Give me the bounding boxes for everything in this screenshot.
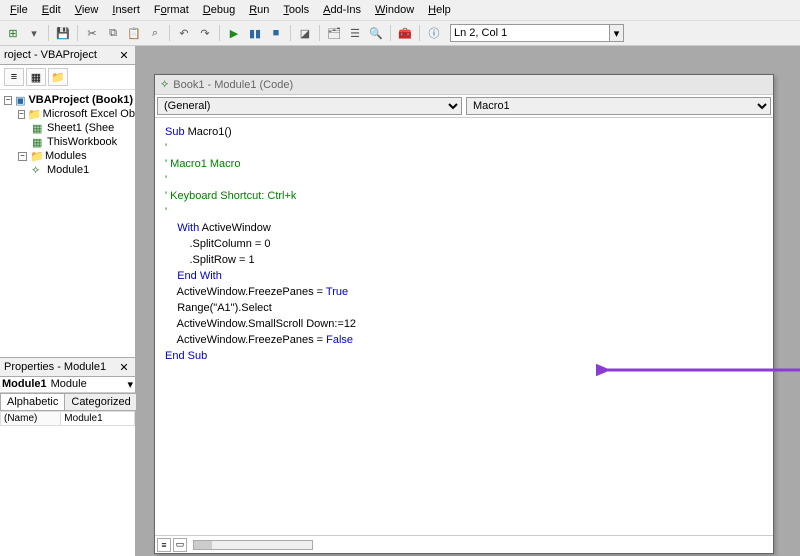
- prop-object-type: Module: [51, 378, 87, 391]
- paste-icon[interactable]: 📋: [125, 24, 143, 42]
- copy-icon[interactable]: ⧉: [104, 24, 122, 42]
- prop-key: (Name): [1, 412, 61, 426]
- tree-label: ThisWorkbook: [47, 136, 117, 148]
- reset-icon[interactable]: ■: [267, 24, 285, 42]
- left-column: roject - VBAProject ✕ ≡ ▦ 📁 −▣VBAProject…: [0, 46, 136, 556]
- properties-title-bar: Properties - Module1 ✕: [0, 358, 135, 377]
- design-mode-icon[interactable]: ◪: [296, 24, 314, 42]
- folder-icon: 📁: [28, 108, 40, 120]
- tree-label: Sheet1 (Shee: [47, 122, 114, 134]
- properties-pane: Properties - Module1 ✕ Module1 Module ▾ …: [0, 357, 135, 556]
- project-toolbar: ≡ ▦ 📁: [0, 65, 135, 90]
- object-dropdown[interactable]: (General): [157, 97, 462, 115]
- tree-label: Modules: [45, 150, 87, 162]
- code-footer: ≡ ▭: [155, 535, 773, 553]
- procedure-dropdown[interactable]: Macro1: [466, 97, 771, 115]
- prop-row[interactable]: (Name) Module1: [1, 412, 135, 426]
- collapse-icon[interactable]: −: [18, 152, 27, 161]
- view-code-icon[interactable]: ≡: [4, 68, 24, 86]
- module-icon: ⟡: [32, 164, 44, 176]
- tree-module1[interactable]: ⟡Module1: [2, 163, 133, 177]
- menu-run[interactable]: Run: [243, 2, 275, 18]
- menu-edit[interactable]: Edit: [36, 2, 67, 18]
- tree-excel-objects[interactable]: −📁Microsoft Excel Ob: [2, 107, 133, 121]
- menu-tools[interactable]: Tools: [277, 2, 315, 18]
- menu-insert[interactable]: Insert: [106, 2, 146, 18]
- prop-object-name: Module1: [2, 378, 47, 391]
- tree-modules[interactable]: −📁Modules: [2, 149, 133, 163]
- tree-thisworkbook[interactable]: ▦ThisWorkbook: [2, 135, 133, 149]
- object-browser-icon[interactable]: 🔍: [367, 24, 385, 42]
- tree-label: Microsoft Excel Ob: [43, 108, 135, 120]
- excel-icon[interactable]: ⊞: [4, 24, 22, 42]
- folder-icon: 📁: [30, 150, 42, 162]
- collapse-icon[interactable]: −: [18, 110, 25, 119]
- project-icon: ▣: [15, 94, 25, 106]
- break-icon[interactable]: ▮▮: [246, 24, 264, 42]
- tab-alphabetic[interactable]: Alphabetic: [0, 393, 65, 410]
- collapse-icon[interactable]: −: [4, 96, 12, 105]
- tree-sheet1[interactable]: ▦Sheet1 (Shee: [2, 121, 133, 135]
- help-icon[interactable]: ⓘ: [425, 24, 443, 42]
- toolbar: ⊞ ▾ 💾 ✂ ⧉ 📋 ⌕ ↶ ↷ ▶ ▮▮ ■ ◪ 🗂 ☰ 🔍 🧰 ⓘ ▾: [0, 21, 800, 46]
- project-explorer-title: roject - VBAProject ✕: [0, 46, 135, 65]
- code-window: ⟡ Book1 - Module1 (Code) (General) Macro…: [154, 74, 774, 554]
- menu-format[interactable]: Format: [148, 2, 195, 18]
- tab-categorized[interactable]: Categorized: [64, 393, 137, 410]
- insert-dropdown-icon[interactable]: ▾: [25, 24, 43, 42]
- menu-window[interactable]: Window: [369, 2, 420, 18]
- cursor-position: [450, 24, 610, 42]
- toolbox-icon[interactable]: 🧰: [396, 24, 414, 42]
- properties-window-icon[interactable]: ☰: [346, 24, 364, 42]
- tree-label: Module1: [47, 164, 89, 176]
- view-object-icon[interactable]: ▦: [26, 68, 46, 86]
- menu-file[interactable]: File: [4, 2, 34, 18]
- workbook-icon: ▦: [32, 136, 44, 148]
- module-icon: ⟡: [161, 78, 168, 91]
- find-icon[interactable]: ⌕: [146, 24, 164, 42]
- menu-debug[interactable]: Debug: [197, 2, 241, 18]
- menu-addins[interactable]: Add-Ins: [317, 2, 367, 18]
- chevron-down-icon[interactable]: ▾: [127, 378, 133, 391]
- close-icon[interactable]: ✕: [117, 360, 131, 374]
- menu-help[interactable]: Help: [422, 2, 457, 18]
- project-tree: −▣VBAProject (Book1) −📁Microsoft Excel O…: [0, 90, 135, 357]
- toggle-folders-icon[interactable]: 📁: [48, 68, 68, 86]
- prop-val[interactable]: Module1: [61, 412, 135, 426]
- code-window-titlebar[interactable]: ⟡ Book1 - Module1 (Code): [155, 75, 773, 94]
- properties-title: Properties - Module1: [4, 361, 106, 373]
- combo-arrow-icon[interactable]: ▾: [610, 24, 624, 42]
- code-window-title: Book1 - Module1 (Code): [173, 79, 293, 91]
- menu-view[interactable]: View: [69, 2, 105, 18]
- project-explorer-icon[interactable]: 🗂: [325, 24, 343, 42]
- horizontal-scrollbar[interactable]: [193, 540, 313, 550]
- annotation-arrow: [596, 362, 800, 378]
- project-title-text: roject - VBAProject: [4, 49, 97, 61]
- cut-icon[interactable]: ✂: [83, 24, 101, 42]
- mdi-area: ⟡ Book1 - Module1 (Code) (General) Macro…: [136, 46, 800, 556]
- sheet-icon: ▦: [32, 122, 44, 134]
- code-editor[interactable]: Sub Macro1() ' ' Macro1 Macro ' ' Keyboa…: [155, 118, 773, 535]
- full-module-view-icon[interactable]: ≡: [157, 538, 171, 552]
- close-icon[interactable]: ✕: [117, 48, 131, 62]
- run-icon[interactable]: ▶: [225, 24, 243, 42]
- properties-table: (Name) Module1: [0, 411, 135, 426]
- tree-root[interactable]: −▣VBAProject (Book1): [2, 93, 133, 107]
- procedure-view-icon[interactable]: ▭: [173, 538, 187, 552]
- undo-icon[interactable]: ↶: [175, 24, 193, 42]
- menu-bar: File Edit View Insert Format Debug Run T…: [0, 0, 800, 21]
- redo-icon[interactable]: ↷: [196, 24, 214, 42]
- save-icon[interactable]: 💾: [54, 24, 72, 42]
- tree-root-label: VBAProject (Book1): [28, 94, 133, 106]
